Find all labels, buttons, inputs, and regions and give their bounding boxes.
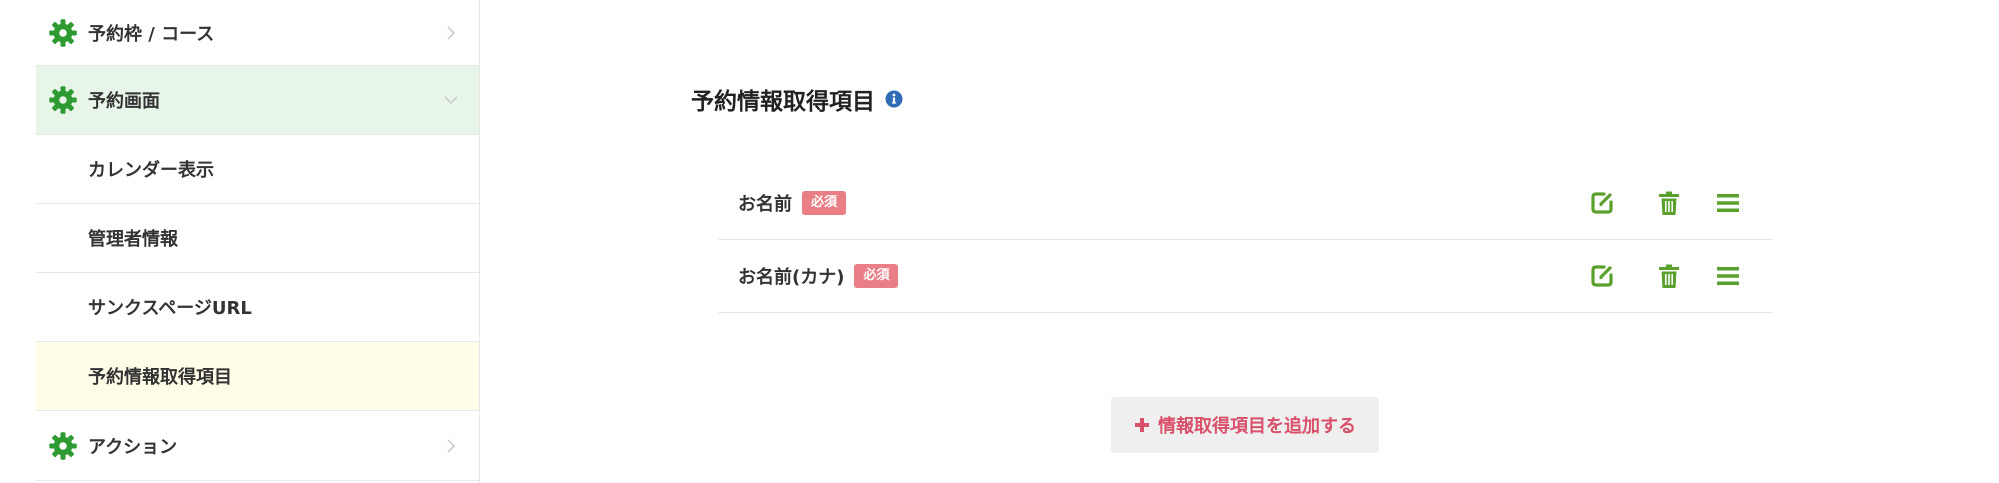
menu-icon[interactable] xyxy=(1714,262,1742,290)
trash-icon[interactable] xyxy=(1655,262,1683,290)
sidebar-item-admin-info[interactable]: 管理者情報 xyxy=(36,204,479,273)
sidebar: 予約枠 / コース 予約画面 カレンダー表示 管理者情報 サンクスページURL xyxy=(36,0,480,483)
field-name: お名前(カナ) xyxy=(738,267,845,288)
field-label-group: お名前 必須 xyxy=(738,190,847,216)
add-field-button[interactable]: 情報取得項目を追加する xyxy=(1111,397,1379,453)
info-icon[interactable] xyxy=(885,90,903,108)
required-badge: 必須 xyxy=(854,264,899,288)
field-name: お名前 xyxy=(738,194,792,215)
gear-icon xyxy=(49,18,77,47)
sidebar-item-label: 予約枠 / コース xyxy=(88,23,215,45)
sidebar-item-label: サンクスページURL xyxy=(88,298,252,319)
chevron-down-icon xyxy=(444,96,458,105)
plus-icon xyxy=(1135,418,1149,432)
sidebar-item-thanks-page-url[interactable]: サンクスページURL xyxy=(36,273,479,342)
trash-icon[interactable] xyxy=(1655,189,1683,217)
field-row: お名前(カナ) 必須 xyxy=(718,240,1773,313)
sidebar-item-label: アクション xyxy=(88,436,178,458)
sidebar-item-reservation-fields[interactable]: 予約情報取得項目 xyxy=(36,342,479,411)
required-badge: 必須 xyxy=(802,191,847,215)
chevron-right-icon xyxy=(447,25,456,40)
sidebar-item-label: カレンダー表示 xyxy=(88,160,214,181)
sidebar-item-actions[interactable]: アクション xyxy=(36,411,479,481)
field-label-group: お名前(カナ) 必須 xyxy=(738,263,899,289)
sidebar-item-reservation-screen[interactable]: 予約画面 xyxy=(36,66,479,135)
sidebar-item-calendar-display[interactable]: カレンダー表示 xyxy=(36,135,479,204)
menu-icon[interactable] xyxy=(1714,189,1742,217)
gear-icon xyxy=(49,86,77,114)
edit-icon[interactable] xyxy=(1588,262,1616,290)
gear-icon xyxy=(49,431,77,460)
add-field-button-label: 情報取得項目を追加する xyxy=(1158,416,1356,437)
page-title: 予約情報取得項目 xyxy=(691,82,903,116)
page-title-text: 予約情報取得項目 xyxy=(691,89,875,115)
sidebar-item-label: 予約情報取得項目 xyxy=(88,367,232,388)
sidebar-item-label: 管理者情報 xyxy=(88,229,178,250)
sidebar-item-reservation-slots[interactable]: 予約枠 / コース xyxy=(36,0,479,66)
field-row: お名前 必須 xyxy=(718,167,1773,240)
sidebar-item-label: 予約画面 xyxy=(88,91,160,112)
chevron-right-icon xyxy=(447,438,456,453)
edit-icon[interactable] xyxy=(1588,189,1616,217)
